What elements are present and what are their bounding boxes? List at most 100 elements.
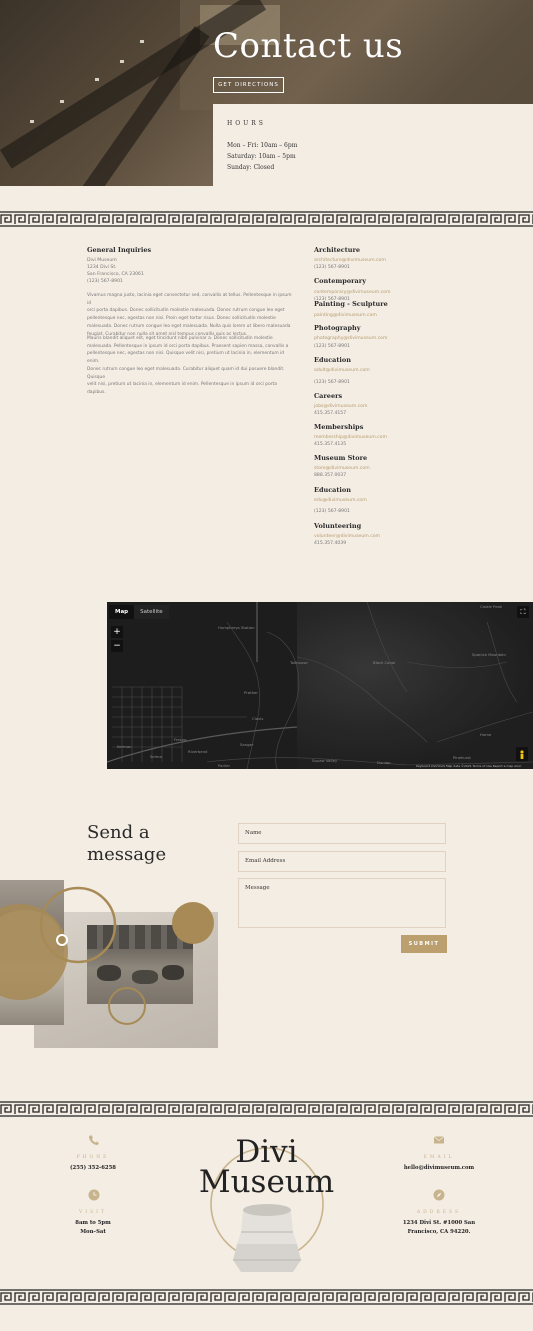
message-placeholder: Message (245, 885, 270, 891)
title-line: message (87, 844, 167, 865)
paragraph-line: Vivamus magna justo, lacinia eget consec… (87, 293, 292, 306)
name-field[interactable]: Name (238, 823, 446, 844)
address-line: Francisco, CA 94220. (407, 1229, 471, 1235)
paragraph-line: pellentesque nec, egestas non nisi. Quis… (87, 351, 285, 365)
email-placeholder: Email Address (245, 858, 286, 864)
map-roads (107, 602, 533, 769)
map-label: Humphreys Station (218, 625, 255, 630)
title-line: Send a (87, 822, 150, 843)
hours-line: Saturday: 10am – 5pm (227, 153, 296, 160)
department-name: Museum Store (314, 454, 368, 462)
visit-days: Mon–Sat (80, 1229, 106, 1235)
department-name: Volunteering (314, 522, 362, 530)
department-phone: (123) 567-8901 (314, 344, 350, 349)
hero-car (95, 78, 99, 81)
decorative-circles (0, 886, 214, 1025)
department-email-link[interactable]: contemporary@divimuseum.com (314, 290, 390, 295)
hero-car (30, 120, 34, 123)
phone-value[interactable]: (255) 352-6258 (50, 1164, 136, 1173)
map-attribution[interactable]: Keyboard shortcuts Map data ©2021 Terms … (416, 764, 521, 768)
logo-line: Museum (198, 1164, 335, 1200)
address-line: San Francisco, CA 23061 (87, 272, 144, 277)
phone-icon (89, 1135, 99, 1145)
address-line: Divi Museum (87, 258, 117, 263)
map-label: Pinehurst (453, 755, 471, 760)
map-label: Prather (244, 690, 258, 695)
department-phone: (123) 567-8901 (314, 265, 350, 270)
submit-button[interactable]: SUBMIT (401, 935, 447, 953)
email-value[interactable]: hello@divimuseum.com (395, 1164, 483, 1173)
map-label: Clovis (252, 716, 264, 721)
email-label: EMAIL (423, 1155, 455, 1160)
hero-car (140, 40, 144, 43)
department-phone: 415.357.4157 (314, 411, 347, 416)
map-label: Fresno (174, 737, 187, 742)
hero-car (60, 100, 64, 103)
map-type-tabs: Map Satellite (109, 605, 169, 619)
map-label: Castle Peak (480, 604, 503, 609)
map-label: Dunlap (377, 760, 391, 765)
address-line: 1234 Divi St. (87, 265, 117, 270)
inquiries-paragraph: Vivamus magna justo, lacinia eget consec… (87, 292, 295, 338)
department-email-link[interactable]: edu@divimuseum.com (314, 498, 367, 503)
greek-key-border (0, 1101, 533, 1117)
department-email-link[interactable]: volunteer@divimuseum.com (314, 534, 380, 539)
paragraph-line: malesuada. Pellentesque in ipsum id orci… (87, 343, 289, 349)
phone-label: PHONE (76, 1155, 110, 1160)
hours-line: Sunday: Closed (227, 164, 275, 171)
map-label: Selma (150, 754, 162, 759)
map-label: Black Canal (373, 660, 396, 665)
map-label: Hume (480, 732, 492, 737)
logo-wordmark[interactable]: Divi Museum (190, 1134, 343, 1200)
department-name: Architecture (314, 246, 361, 254)
greek-key-border (0, 1289, 533, 1305)
paragraph-line: malesuada. Donec rutrum congue leo eget … (87, 323, 291, 329)
hero-car (120, 60, 124, 63)
email-field[interactable]: Email Address (238, 851, 446, 872)
map-label: Sanger (240, 742, 254, 747)
department-name: Contemporary (314, 277, 366, 285)
paragraph-line: orci porta dapibus. Donec sollicitudin m… (87, 308, 285, 314)
compass-icon (433, 1189, 445, 1201)
fullscreen-icon[interactable]: ⛶ (517, 606, 529, 618)
department-email-link[interactable]: membership@divimuseum.com (314, 435, 387, 440)
department-phone: 888.357.0037 (314, 473, 347, 478)
department-name: Careers (314, 392, 343, 400)
greek-key-border (0, 211, 533, 227)
department-name: Education (314, 486, 351, 494)
get-directions-button[interactable]: GET DIRECTIONS (213, 77, 284, 93)
department-email-link[interactable]: store@divimuseum.com (314, 466, 370, 471)
department-name: Memberships (314, 423, 364, 431)
street-view-pegman-icon[interactable] (516, 747, 528, 761)
hours-line: Mon – Fri: 10am – 6pm (227, 142, 298, 149)
clock-icon (88, 1189, 100, 1201)
department-email-link[interactable]: adult@divimuseum.com (314, 368, 370, 373)
department-email-link[interactable]: photography@divimuseum.com (314, 336, 387, 341)
address-label: ADDRESS (416, 1210, 462, 1215)
map-label: Squaw Valley (312, 758, 338, 763)
department-email-link[interactable]: architecture@divimuseum.com (314, 258, 386, 263)
page-title: Contact us (213, 26, 404, 66)
department-name: Photography (314, 324, 361, 332)
address-line: 1234 Divi St. #1000 San (402, 1220, 476, 1226)
paragraph-line: pellentesque nec, egestas non nisi. Proi… (87, 316, 276, 322)
map-label: Riverbend (188, 749, 208, 754)
address-line: (123) 567-8901 (87, 279, 123, 284)
visit-label: VISIT (79, 1210, 107, 1215)
name-placeholder: Name (245, 830, 262, 836)
zoom-out-button[interactable]: − (111, 640, 123, 652)
visit-hours: 8am to 5pm (75, 1220, 111, 1226)
map-tab[interactable]: Map (109, 605, 135, 619)
department-phone: 415.357.4135 (314, 442, 347, 447)
message-field[interactable]: Message (238, 878, 446, 928)
department-phone: (123) 567-8901 (314, 509, 350, 514)
send-message-title: Send a message (87, 822, 166, 866)
map-label: Kerman (117, 744, 132, 749)
department-name: Painting - Sculpture (314, 300, 388, 308)
satellite-tab[interactable]: Satellite (134, 605, 169, 619)
logo-line: Divi (235, 1134, 298, 1170)
department-email-link[interactable]: painting@divimuseum.com (314, 313, 377, 318)
zoom-in-button[interactable]: + (111, 626, 123, 638)
map-embed[interactable] (107, 602, 533, 769)
department-email-link[interactable]: jobs@divimuseum.com (314, 404, 367, 409)
